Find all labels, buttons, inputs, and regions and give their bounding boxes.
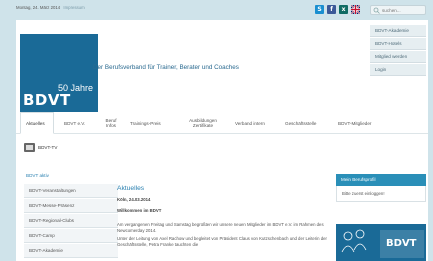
tab-aktuelles[interactable]: Aktuelles bbox=[20, 112, 54, 134]
profile-box: Mein Berufsprofil Bitte zuerst einloggen… bbox=[336, 174, 426, 202]
impressum-link[interactable]: Impressum bbox=[63, 5, 84, 10]
promo-image[interactable]: BDVT bbox=[336, 224, 426, 261]
tab-beruf-infos[interactable]: Beruf Infos bbox=[102, 112, 120, 134]
tab-bdvt-ev[interactable]: BDVT e.V. bbox=[64, 112, 94, 134]
tab-label: Geschäftsstelle bbox=[285, 120, 317, 126]
article-title: Willkommen im BDVT bbox=[117, 208, 162, 213]
quick-link-mitglied[interactable]: Mitglied werden bbox=[370, 51, 426, 63]
quick-link-akademie[interactable]: BDVT-Akademie bbox=[370, 25, 426, 37]
article-paragraph: Am vergangenen Freitag und Samstag begrü… bbox=[117, 222, 324, 233]
quick-links: BDVT-Akademie BDVT-Hotels Mitglied werde… bbox=[370, 25, 426, 77]
tab-label: Trainings-Preis bbox=[130, 120, 161, 126]
search-box[interactable] bbox=[370, 5, 426, 15]
sidebar-item-akademie[interactable]: BDVT-Akademie bbox=[24, 244, 118, 258]
tab-label: Ausbildungen Zertifikate bbox=[189, 118, 217, 128]
tagline: Der Berufsverband für Trainer, Berater u… bbox=[93, 64, 239, 71]
subnav-bdvt-tv[interactable]: BDVT-TV bbox=[24, 140, 57, 154]
tab-label: BDVT e.V. bbox=[64, 120, 86, 126]
xing-icon[interactable]: x bbox=[339, 5, 348, 14]
tab-label: Verband intern bbox=[235, 120, 265, 126]
date-line: Montag, 24. März 2014 Impressum bbox=[16, 5, 85, 10]
current-date: Montag, 24. März 2014 bbox=[16, 5, 61, 10]
content-heading: Aktuelles bbox=[117, 185, 145, 192]
tab-label: Beruf Infos bbox=[105, 118, 117, 128]
sidebar-title: BDVT aktiv bbox=[26, 173, 49, 178]
quick-link-login[interactable]: Login bbox=[370, 64, 426, 76]
search-icon[interactable] bbox=[373, 7, 380, 14]
sidebar-item-regional-clubs[interactable]: BDVT-Regional-Clubs bbox=[24, 214, 118, 228]
promo-label: BDVT bbox=[386, 238, 417, 249]
tab-ausbildungen[interactable]: Ausbildungen Zertifikate bbox=[184, 112, 222, 134]
skype-icon[interactable]: S bbox=[315, 5, 324, 14]
subnav-label: BDVT-TV bbox=[38, 144, 58, 150]
facebook-icon[interactable]: f bbox=[327, 5, 336, 14]
tab-trainings-preis[interactable]: Trainings-Preis bbox=[130, 112, 174, 134]
top-bar: Montag, 24. März 2014 Impressum S f x bbox=[0, 0, 433, 20]
article-date: Köln, 24.03.2014 bbox=[117, 197, 151, 202]
bdvt-logo[interactable]: 50 Jahre BDVT bbox=[20, 34, 98, 112]
sidebar-list: BDVT-Veranstaltungen BDVT-Messe-Präsenz … bbox=[24, 184, 118, 259]
uk-flag-icon[interactable] bbox=[351, 5, 360, 14]
main-nav: Aktuelles BDVT e.V. Beruf Infos Training… bbox=[16, 112, 428, 134]
tv-icon bbox=[24, 142, 35, 152]
sidebar-item-messe[interactable]: BDVT-Messe-Präsenz bbox=[24, 199, 118, 213]
tab-geschaeftsstelle[interactable]: Geschäftsstelle bbox=[285, 112, 327, 134]
quick-link-hotels[interactable]: BDVT-Hotels bbox=[370, 38, 426, 50]
profile-box-title[interactable]: Mein Berufsprofil bbox=[336, 174, 426, 186]
main-content: Aktuelles Köln, 24.03.2014 Willkommen im… bbox=[117, 185, 327, 250]
search-input[interactable] bbox=[382, 6, 424, 14]
profile-box-message: Bitte zuerst einloggen! bbox=[336, 186, 426, 202]
article-paragraph: Unter der Leitung von Axel Rachow und be… bbox=[117, 236, 327, 247]
page-container: 50 Jahre BDVT Der Berufsverband für Trai… bbox=[16, 20, 428, 261]
sidebar-item-veranstaltungen[interactable]: BDVT-Veranstaltungen bbox=[24, 184, 118, 198]
tab-label: BDVT-Mitglieder bbox=[338, 120, 372, 126]
logo-name: BDVT bbox=[23, 91, 71, 109]
tab-bdvt-mitglieder[interactable]: BDVT-Mitglieder bbox=[338, 112, 382, 134]
tab-verband-intern[interactable]: Verband intern bbox=[235, 112, 275, 134]
tab-label: Aktuelles bbox=[26, 120, 45, 126]
sidebar-item-camp[interactable]: BDVT-Camp bbox=[24, 229, 118, 243]
